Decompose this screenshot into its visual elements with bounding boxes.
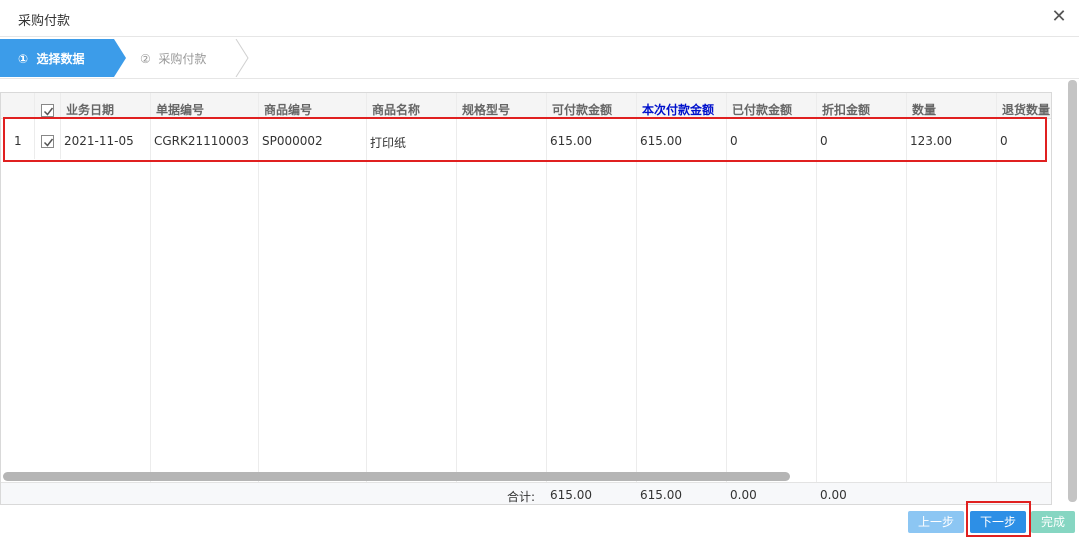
step-select-data[interactable]: ① 选择数据 bbox=[0, 39, 114, 77]
step-purchase-payment[interactable]: ② 采购付款 bbox=[128, 39, 238, 77]
row-highlight-annotation bbox=[3, 117, 1047, 162]
summary-discount: 0.00 bbox=[820, 488, 847, 502]
col-paid[interactable]: 已付款金额 bbox=[732, 101, 792, 118]
finish-button[interactable]: 完成 bbox=[1031, 511, 1075, 533]
col-payable[interactable]: 可付款金额 bbox=[552, 101, 612, 118]
summary-paid: 0.00 bbox=[730, 488, 757, 502]
dialog-title: 采购付款 bbox=[18, 14, 71, 29]
col-spec[interactable]: 规格型号 bbox=[462, 101, 510, 118]
step-1-label: 选择数据 bbox=[36, 52, 85, 66]
step-1-number: ① bbox=[18, 52, 29, 66]
col-discount[interactable]: 折扣金额 bbox=[822, 101, 870, 118]
col-date[interactable]: 业务日期 bbox=[66, 101, 114, 118]
summary-row: 合计: 615.00 615.00 0.00 0.00 bbox=[1, 482, 1051, 504]
horizontal-scrollbar[interactable] bbox=[3, 472, 790, 481]
col-return-qty[interactable]: 退货数量 bbox=[1002, 101, 1050, 118]
grid-header: 业务日期 单据编号 商品编号 商品名称 规格型号 可付款金额 本次付款金额 已付… bbox=[1, 93, 1051, 119]
step-1-arrow bbox=[114, 39, 126, 77]
col-qty[interactable]: 数量 bbox=[912, 101, 936, 118]
prev-step-button[interactable]: 上一步 bbox=[908, 511, 964, 533]
check-icon bbox=[43, 107, 54, 116]
next-button-highlight-annotation bbox=[966, 501, 1031, 537]
step-2-number: ② bbox=[140, 52, 151, 66]
vertical-scrollbar[interactable] bbox=[1068, 80, 1077, 502]
close-icon[interactable]: ✕ bbox=[1049, 7, 1069, 27]
col-goods-name[interactable]: 商品名称 bbox=[372, 101, 420, 118]
step-bar: ① 选择数据 ② 采购付款 bbox=[0, 37, 1079, 79]
col-bill-no[interactable]: 单据编号 bbox=[156, 101, 204, 118]
col-pay-now[interactable]: 本次付款金额 bbox=[642, 101, 714, 118]
summary-label: 合计: bbox=[507, 490, 536, 504]
summary-pay-now: 615.00 bbox=[640, 488, 682, 502]
col-goods-no[interactable]: 商品编号 bbox=[264, 101, 312, 118]
dialog-titlebar: 采购付款 ✕ bbox=[0, 0, 1079, 37]
step-2-arrow bbox=[235, 39, 249, 77]
step-2-label: 采购付款 bbox=[158, 52, 207, 66]
select-all-checkbox[interactable] bbox=[41, 104, 54, 117]
purchase-payment-dialog: 采购付款 ✕ ① 选择数据 ② 采购付款 业务日期 单据编号 商品编号 商品名称… bbox=[0, 0, 1079, 538]
summary-payable: 615.00 bbox=[550, 488, 592, 502]
